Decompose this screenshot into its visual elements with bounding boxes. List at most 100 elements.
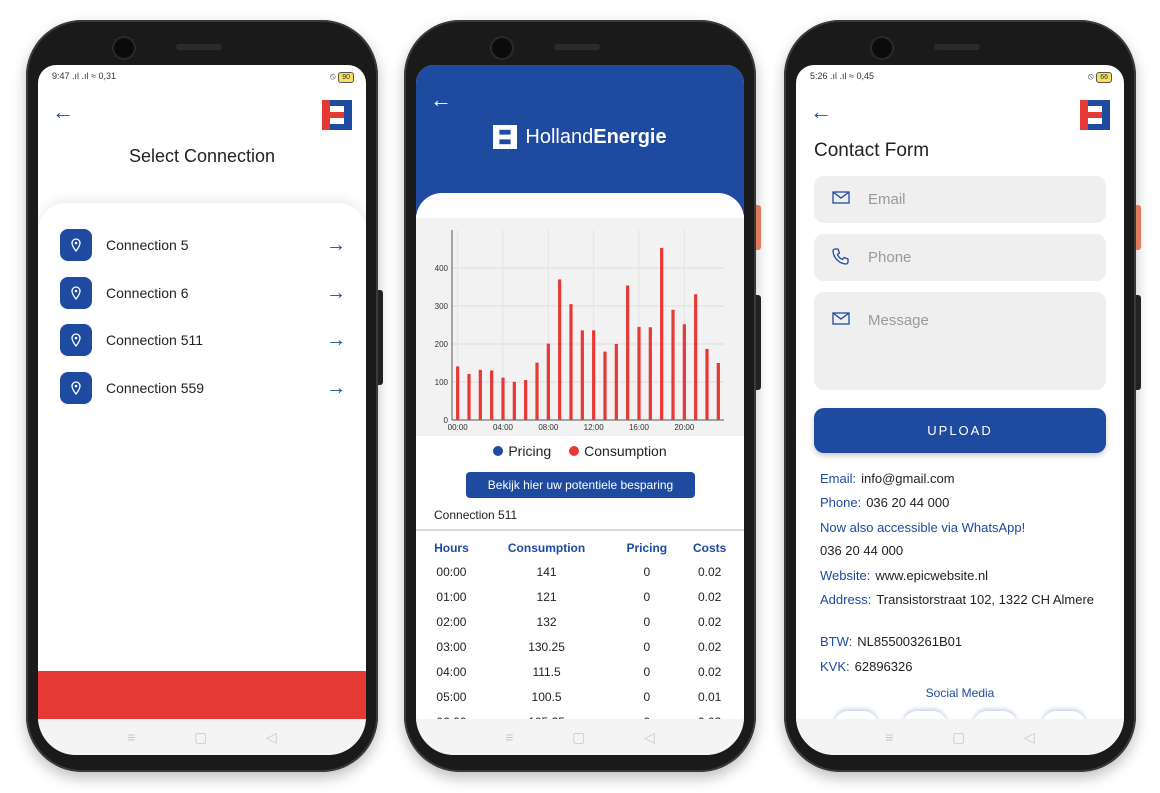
bar-consumption <box>614 344 618 420</box>
earpiece <box>934 44 980 50</box>
list-item-connection[interactable]: Connection 511 → <box>60 324 346 356</box>
email-field[interactable]: Email <box>814 176 1106 223</box>
table-cell: 00:00 <box>436 564 467 579</box>
chart-legend: Pricing Consumption <box>416 443 744 459</box>
bar-consumption <box>456 366 460 420</box>
bar-consumption <box>535 362 539 420</box>
contact-phone[interactable]: Phone: 036 20 44 000 <box>820 495 949 510</box>
table-cell: 121 <box>536 589 557 604</box>
home-icon[interactable]: ▢ <box>194 729 207 746</box>
back-arrow-icon[interactable]: ← <box>52 101 74 123</box>
contact-address: Address: Transistorstraat 102, 1322 CH Al… <box>820 592 1100 607</box>
side-button <box>1136 295 1141 390</box>
bar-consumption <box>716 363 720 420</box>
brand-title: HollandEnergie <box>416 125 744 149</box>
back-icon[interactable]: ◁ <box>266 729 277 746</box>
y-tick-label: 200 <box>435 340 449 349</box>
phone-contact-form: 5:26 .ıl .ıl ≈ 0,45 ⦸ 66 ← Contact Form … <box>784 20 1141 772</box>
column-header: Consumption <box>507 541 586 555</box>
contact-website[interactable]: Website: www.epicwebsite.nl <box>820 568 988 583</box>
x-tick-label: 16:00 <box>629 423 650 432</box>
message-field[interactable]: Message <box>814 292 1106 390</box>
bar-consumption <box>546 343 550 420</box>
table-cell: 0.02 <box>697 614 722 629</box>
brand-name-light: Holland <box>525 125 594 148</box>
signal-icon: .ıl .ıl ≈ 0,31 <box>72 71 117 81</box>
phone-consumption-chart: ← HollandEnergie 0 100 200 300 400 00:00 04:00… <box>404 20 761 772</box>
menu-icon[interactable]: ≡ <box>127 729 135 745</box>
y-tick-label: 300 <box>435 302 449 311</box>
side-button <box>378 290 383 385</box>
table-cell: 03:00 <box>436 639 467 654</box>
bar-consumption <box>603 351 607 420</box>
back-icon[interactable]: ◁ <box>644 729 655 746</box>
website-value: www.epicwebsite.nl <box>875 568 989 583</box>
connection-label: Connection 6 <box>106 285 189 301</box>
system-nav-bar: ≡ ▢ ◁ <box>38 719 366 755</box>
screen: 5:26 .ıl .ıl ≈ 0,45 ⦸ 66 ← Contact Form … <box>796 65 1124 755</box>
list-item-connection[interactable]: Connection 5 → <box>60 229 346 261</box>
savings-button[interactable]: Bekijk hier uw potentiele besparing <box>466 472 695 498</box>
legend-item-pricing: Pricing <box>493 443 551 459</box>
table-cell: 130.25 <box>528 639 565 654</box>
arrow-right-icon[interactable]: → <box>326 282 346 305</box>
brand-name-bold: Energie <box>593 125 667 148</box>
table-cell: 0 <box>643 639 651 654</box>
bar-consumption <box>501 377 505 420</box>
table-cell: 0 <box>643 664 651 679</box>
chart-svg: 010020030040000:00 04:00 08:00 12:00 16:00 20… <box>435 230 724 432</box>
phone-field[interactable]: Phone <box>814 234 1106 281</box>
back-arrow-icon[interactable]: ← <box>810 101 832 123</box>
bar-consumption <box>671 309 675 420</box>
whatsapp-link[interactable]: Now also accessible via WhatsApp! <box>820 520 1025 535</box>
legend-dot-consumption <box>569 446 580 456</box>
battery-indicator: ⦸ 90 <box>330 71 354 83</box>
arrow-right-icon[interactable]: → <box>326 234 346 257</box>
whatsapp-number[interactable]: 036 20 44 000 <box>820 543 903 558</box>
bar-consumption <box>512 381 516 420</box>
arrow-right-icon[interactable]: → <box>326 329 346 352</box>
bar-consumption <box>648 327 652 420</box>
kvk-value: 62896326 <box>854 659 913 674</box>
list-item-connection[interactable]: Connection 559 → <box>60 372 346 404</box>
upload-button[interactable]: UPLOAD <box>814 408 1106 453</box>
table-cell: 100.5 <box>531 689 562 704</box>
back-icon[interactable]: ◁ <box>1024 729 1035 746</box>
home-icon[interactable]: ▢ <box>572 729 585 746</box>
column-header: Costs <box>693 541 727 555</box>
menu-icon[interactable]: ≡ <box>885 729 893 745</box>
table-cell: 0 <box>643 689 651 704</box>
x-tick-label: 20:00 <box>674 423 695 432</box>
back-arrow-icon[interactable]: ← <box>430 89 452 111</box>
column-header: Hours <box>434 541 469 555</box>
bar-consumption <box>524 380 528 420</box>
bar-consumption <box>637 326 641 420</box>
bar-consumption <box>660 247 664 420</box>
bar-consumption <box>490 370 494 420</box>
holland-energie-logo <box>493 125 518 149</box>
holland-energie-logo <box>322 100 352 130</box>
status-bar: 5:26 .ıl .ıl ≈ 0,45 ⦸ 66 <box>810 71 1112 83</box>
location-pin-icon <box>60 372 92 404</box>
connection-list: Connection 5 → Connection 6 → Connection… <box>38 203 366 685</box>
home-icon[interactable]: ▢ <box>952 729 965 746</box>
bar-consumption <box>467 374 471 420</box>
btw-key: BTW: <box>820 634 853 649</box>
x-tick-label: 00:00 <box>448 423 469 432</box>
legend-label: Consumption <box>584 443 667 459</box>
list-item-connection[interactable]: Connection 6 → <box>60 277 346 309</box>
website-key: Website: <box>820 568 871 583</box>
menu-icon[interactable]: ≡ <box>505 729 513 745</box>
phone-key: Phone: <box>820 495 862 510</box>
location-pin-icon <box>60 229 92 261</box>
battery-level: 66 <box>1096 72 1112 83</box>
page-title: Select Connection <box>128 146 276 166</box>
bar-consumption <box>626 285 630 420</box>
contact-email[interactable]: Email: info@gmail.com <box>820 471 955 486</box>
front-camera <box>492 38 512 58</box>
divider <box>416 529 744 531</box>
kvk-key: KVK: <box>820 659 850 674</box>
table-cell: 04:00 <box>436 664 467 679</box>
arrow-right-icon[interactable]: → <box>326 377 346 400</box>
table-cell: 132 <box>536 614 557 629</box>
